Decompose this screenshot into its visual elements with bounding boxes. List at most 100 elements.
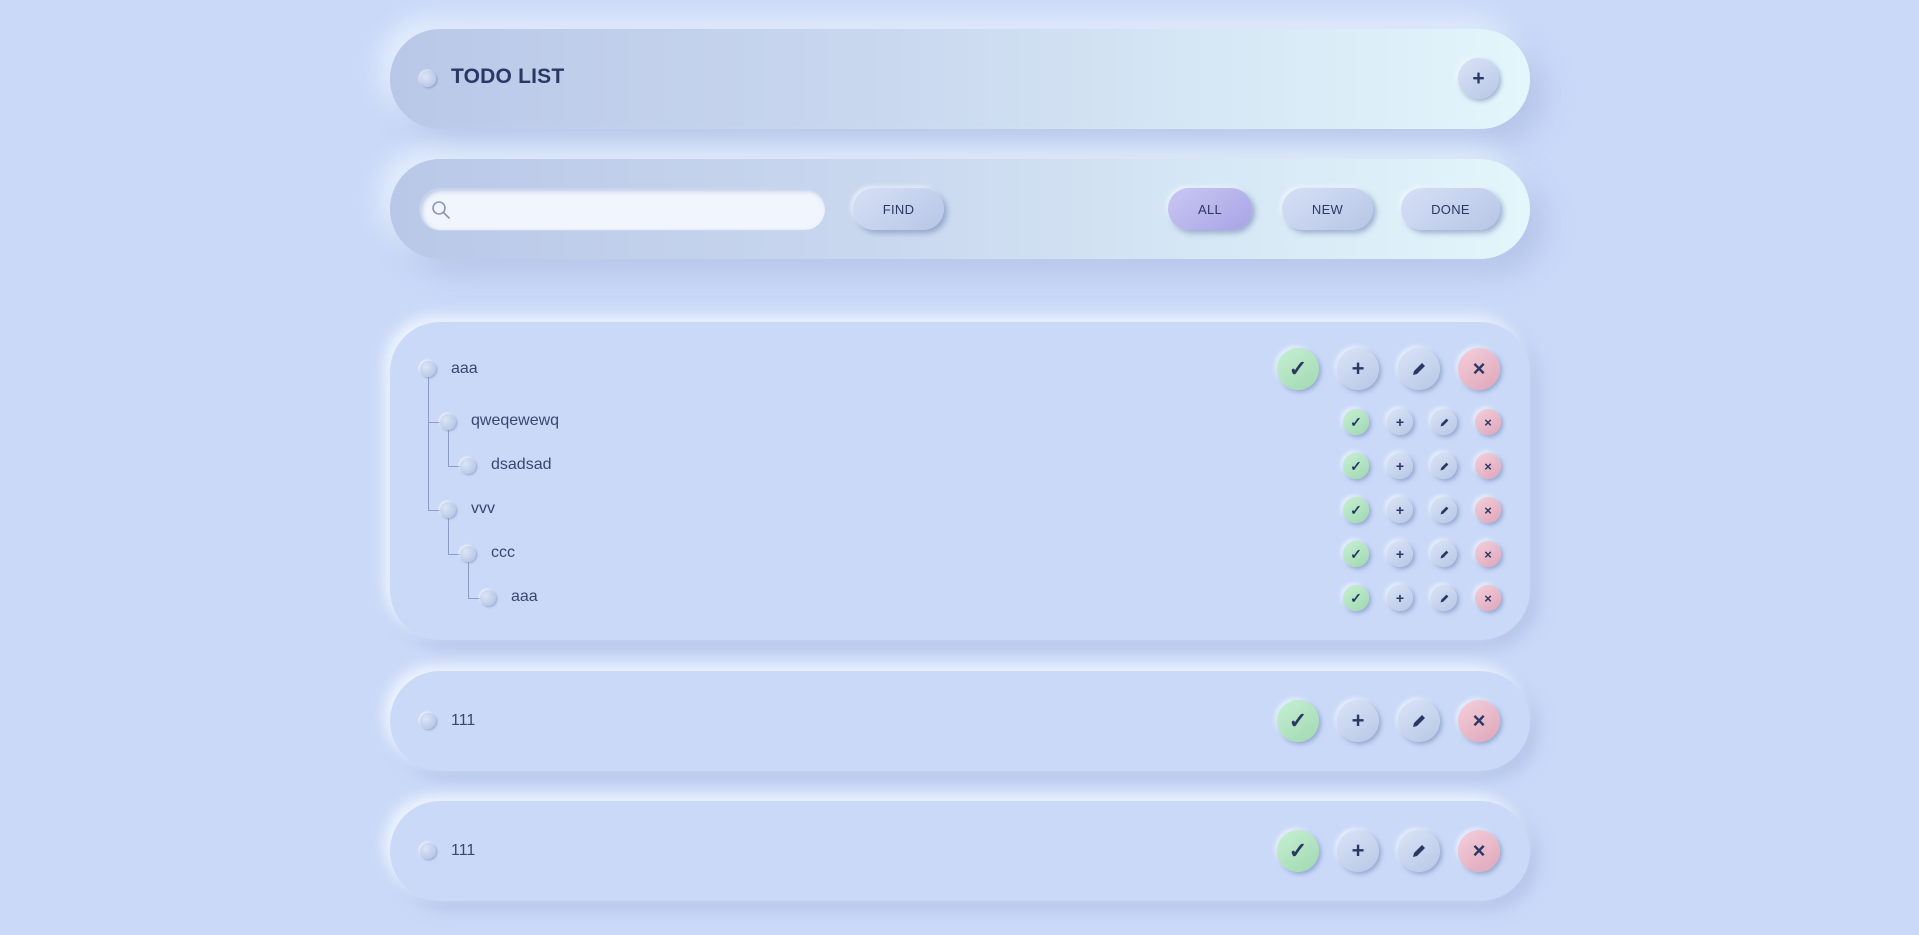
check-icon: ✓ xyxy=(1350,413,1362,430)
plus-icon: + xyxy=(1395,590,1405,606)
close-icon: × xyxy=(1484,590,1492,606)
add-subtask-button[interactable]: + xyxy=(1387,497,1413,523)
done-button[interactable]: ✓ xyxy=(1343,409,1369,435)
tree-connector xyxy=(448,518,449,554)
check-icon: ✓ xyxy=(1288,356,1308,381)
edit-button[interactable] xyxy=(1398,830,1440,872)
close-icon: × xyxy=(1472,838,1486,863)
pencil-icon xyxy=(1440,550,1448,558)
close-icon: × xyxy=(1472,356,1486,381)
pencil-icon xyxy=(1440,462,1448,470)
check-icon: ✓ xyxy=(1350,501,1362,518)
todo-group: aaa ✓ + × qweqewewq ✓ + × dsadsad ✓ + × … xyxy=(390,322,1530,640)
tree-connector xyxy=(468,562,469,598)
add-subtask-button[interactable]: + xyxy=(1387,585,1413,611)
pencil-icon xyxy=(1413,363,1425,375)
filter-done-button[interactable]: DONE xyxy=(1401,188,1500,230)
plus-icon: + xyxy=(1395,502,1405,518)
find-button[interactable]: FIND xyxy=(853,188,944,230)
add-subtask-button[interactable]: + xyxy=(1387,541,1413,567)
done-button[interactable]: ✓ xyxy=(1277,830,1319,872)
tree-connector xyxy=(428,510,440,511)
edit-button[interactable] xyxy=(1398,348,1440,390)
close-icon: × xyxy=(1484,414,1492,430)
close-icon: × xyxy=(1484,502,1492,518)
todo-app: { "header": { "title": "TODO LIST", "add… xyxy=(0,0,1919,935)
toolbar: FIND ALL NEW DONE xyxy=(390,159,1530,259)
add-subtask-button[interactable]: + xyxy=(1387,409,1413,435)
done-button[interactable]: ✓ xyxy=(1343,453,1369,479)
done-button[interactable]: ✓ xyxy=(1277,348,1319,390)
todo-group: 111 ✓ + × xyxy=(390,801,1530,901)
done-button[interactable]: ✓ xyxy=(1343,497,1369,523)
delete-button[interactable]: × xyxy=(1458,348,1500,390)
add-subtask-button[interactable]: + xyxy=(1387,453,1413,479)
page-title: TODO LIST xyxy=(451,65,565,88)
edit-button[interactable] xyxy=(1431,497,1457,523)
item-bullet-icon[interactable] xyxy=(480,590,496,606)
edit-button[interactable] xyxy=(1431,585,1457,611)
plus-icon: + xyxy=(1472,66,1485,90)
pencil-icon xyxy=(1440,506,1448,514)
item-bullet-icon[interactable] xyxy=(420,713,436,729)
done-button[interactable]: ✓ xyxy=(1343,541,1369,567)
edit-button[interactable] xyxy=(1398,700,1440,742)
edit-button[interactable] xyxy=(1431,541,1457,567)
plus-icon: + xyxy=(1395,458,1405,474)
check-icon: ✓ xyxy=(1288,708,1308,733)
filter-new-button[interactable]: NEW xyxy=(1282,188,1373,230)
item-label: aaa xyxy=(511,588,538,605)
todo-group: 111 ✓ + × xyxy=(390,671,1530,771)
pencil-icon xyxy=(1413,715,1425,727)
item-label: 111 xyxy=(451,842,476,859)
filter-all-button[interactable]: ALL xyxy=(1168,188,1252,230)
plus-icon: + xyxy=(1351,838,1365,863)
delete-button[interactable]: × xyxy=(1458,700,1500,742)
search-input[interactable] xyxy=(458,189,817,232)
delete-button[interactable]: × xyxy=(1475,541,1501,567)
check-icon: ✓ xyxy=(1288,838,1308,863)
pencil-icon xyxy=(1413,845,1425,857)
pencil-icon xyxy=(1440,594,1448,602)
edit-button[interactable] xyxy=(1431,409,1457,435)
close-icon: × xyxy=(1484,458,1492,474)
item-bullet-icon[interactable] xyxy=(440,502,456,518)
delete-button[interactable]: × xyxy=(1458,830,1500,872)
add-todo-button[interactable]: + xyxy=(1458,58,1499,99)
item-bullet-icon[interactable] xyxy=(460,458,476,474)
edit-button[interactable] xyxy=(1431,453,1457,479)
close-icon: × xyxy=(1472,708,1486,733)
plus-icon: + xyxy=(1351,356,1365,381)
check-icon: ✓ xyxy=(1350,545,1362,562)
add-subtask-button[interactable]: + xyxy=(1337,348,1379,390)
item-label: ccc xyxy=(491,544,515,561)
tree-connector xyxy=(428,370,429,510)
item-bullet-icon[interactable] xyxy=(420,361,436,377)
item-bullet-icon[interactable] xyxy=(440,414,456,430)
item-label: dsadsad xyxy=(491,456,552,473)
search-box[interactable] xyxy=(420,189,825,232)
search-icon xyxy=(432,201,450,219)
item-label: vvv xyxy=(471,500,495,517)
close-icon: × xyxy=(1484,546,1492,562)
delete-button[interactable]: × xyxy=(1475,453,1501,479)
tree-connector xyxy=(468,598,480,599)
delete-button[interactable]: × xyxy=(1475,585,1501,611)
header-bar: TODO LIST + xyxy=(390,29,1530,129)
add-subtask-button[interactable]: + xyxy=(1337,830,1379,872)
header-bullet-icon xyxy=(420,71,436,87)
tree-connector xyxy=(448,554,460,555)
add-subtask-button[interactable]: + xyxy=(1337,700,1379,742)
item-bullet-icon[interactable] xyxy=(420,843,436,859)
plus-icon: + xyxy=(1395,546,1405,562)
check-icon: ✓ xyxy=(1350,457,1362,474)
tree-connector xyxy=(428,422,440,423)
item-label: aaa xyxy=(451,360,478,377)
tree-connector xyxy=(448,430,449,466)
delete-button[interactable]: × xyxy=(1475,409,1501,435)
item-bullet-icon[interactable] xyxy=(460,546,476,562)
done-button[interactable]: ✓ xyxy=(1277,700,1319,742)
delete-button[interactable]: × xyxy=(1475,497,1501,523)
item-label: 111 xyxy=(451,712,476,729)
done-button[interactable]: ✓ xyxy=(1343,585,1369,611)
